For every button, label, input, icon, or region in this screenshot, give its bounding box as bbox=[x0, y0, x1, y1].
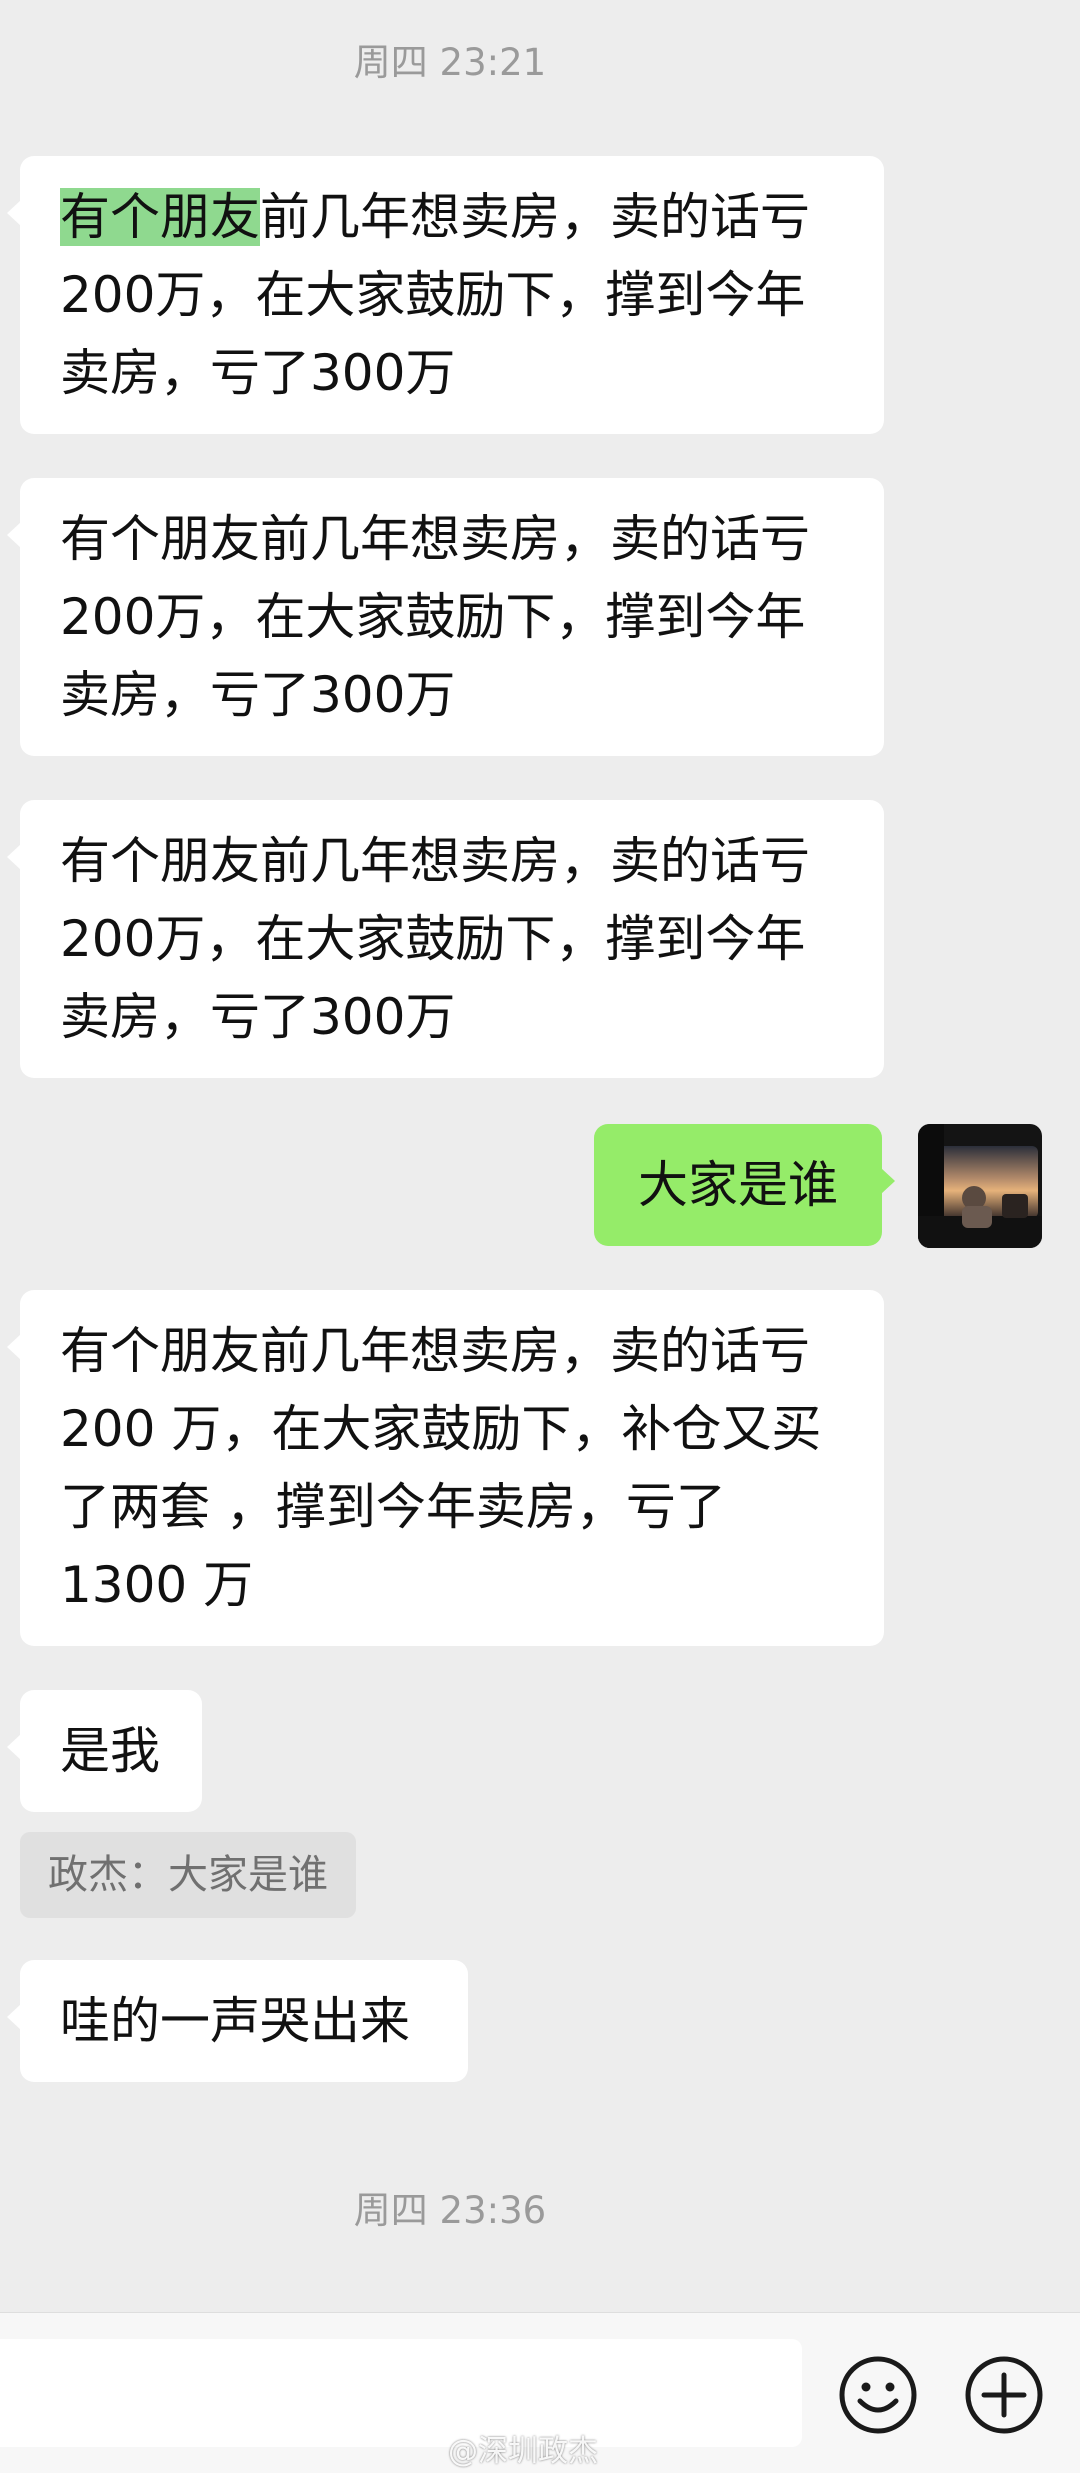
message-text: 哇的一声哭出来 bbox=[60, 1992, 410, 2050]
message-bubble-2[interactable]: 有个朋友前几年想卖房，卖的话亏 200万，在大家鼓励下，撑到今年 卖房，亏了30… bbox=[7, 478, 884, 756]
message-bubble-4[interactable]: 有个朋友前几年想卖房，卖的话亏 200 万，在大家鼓励下，补仓又买 了两套 ，撑… bbox=[7, 1290, 884, 1646]
watermark: @深圳政杰 bbox=[448, 2434, 598, 2469]
message-bubble-sent[interactable]: 大家是谁 bbox=[594, 1124, 895, 1246]
highlighted-text: 有个朋友 bbox=[60, 188, 260, 246]
message-text: 有个朋友前几年想卖房，卖的话亏 200万，在大家鼓励下，撑到今年 卖房，亏了30… bbox=[60, 510, 810, 724]
smiley-icon bbox=[839, 2356, 917, 2434]
avatar-image bbox=[918, 1124, 1042, 1248]
message-bubble-5[interactable]: 是我 bbox=[7, 1690, 202, 1812]
message-bubble-6[interactable]: 哇的一声哭出来 bbox=[7, 1960, 468, 2082]
message-text: 有个朋友前几年想卖房，卖的话亏 200万，在大家鼓励下，撑到今年 卖房，亏了30… bbox=[60, 832, 810, 1046]
plus-button[interactable] bbox=[962, 2353, 1046, 2437]
quoted-message[interactable]: 政杰：大家是谁 bbox=[20, 1832, 356, 1918]
message-input[interactable] bbox=[0, 2339, 802, 2447]
timestamp: 周四 23:21 bbox=[353, 41, 547, 84]
emoji-button[interactable] bbox=[836, 2353, 920, 2437]
message-text: 大家是谁 bbox=[638, 1156, 838, 1214]
message-bubble-1[interactable]: 有个朋友前几年想卖房，卖的话亏 200万，在大家鼓励下，撑到今年 卖房，亏了30… bbox=[7, 156, 884, 434]
message-bubble-3[interactable]: 有个朋友前几年想卖房，卖的话亏 200万，在大家鼓励下，撑到今年 卖房，亏了30… bbox=[7, 800, 884, 1078]
plus-circle-icon bbox=[965, 2356, 1043, 2434]
avatar[interactable] bbox=[918, 1124, 1042, 1248]
message-text: 是我 bbox=[60, 1722, 160, 1780]
message-text: 有个朋友前几年想卖房，卖的话亏 200 万，在大家鼓励下，补仓又买 了两套 ，撑… bbox=[60, 1322, 822, 1614]
timestamp: 周四 23:36 bbox=[353, 2189, 547, 2232]
